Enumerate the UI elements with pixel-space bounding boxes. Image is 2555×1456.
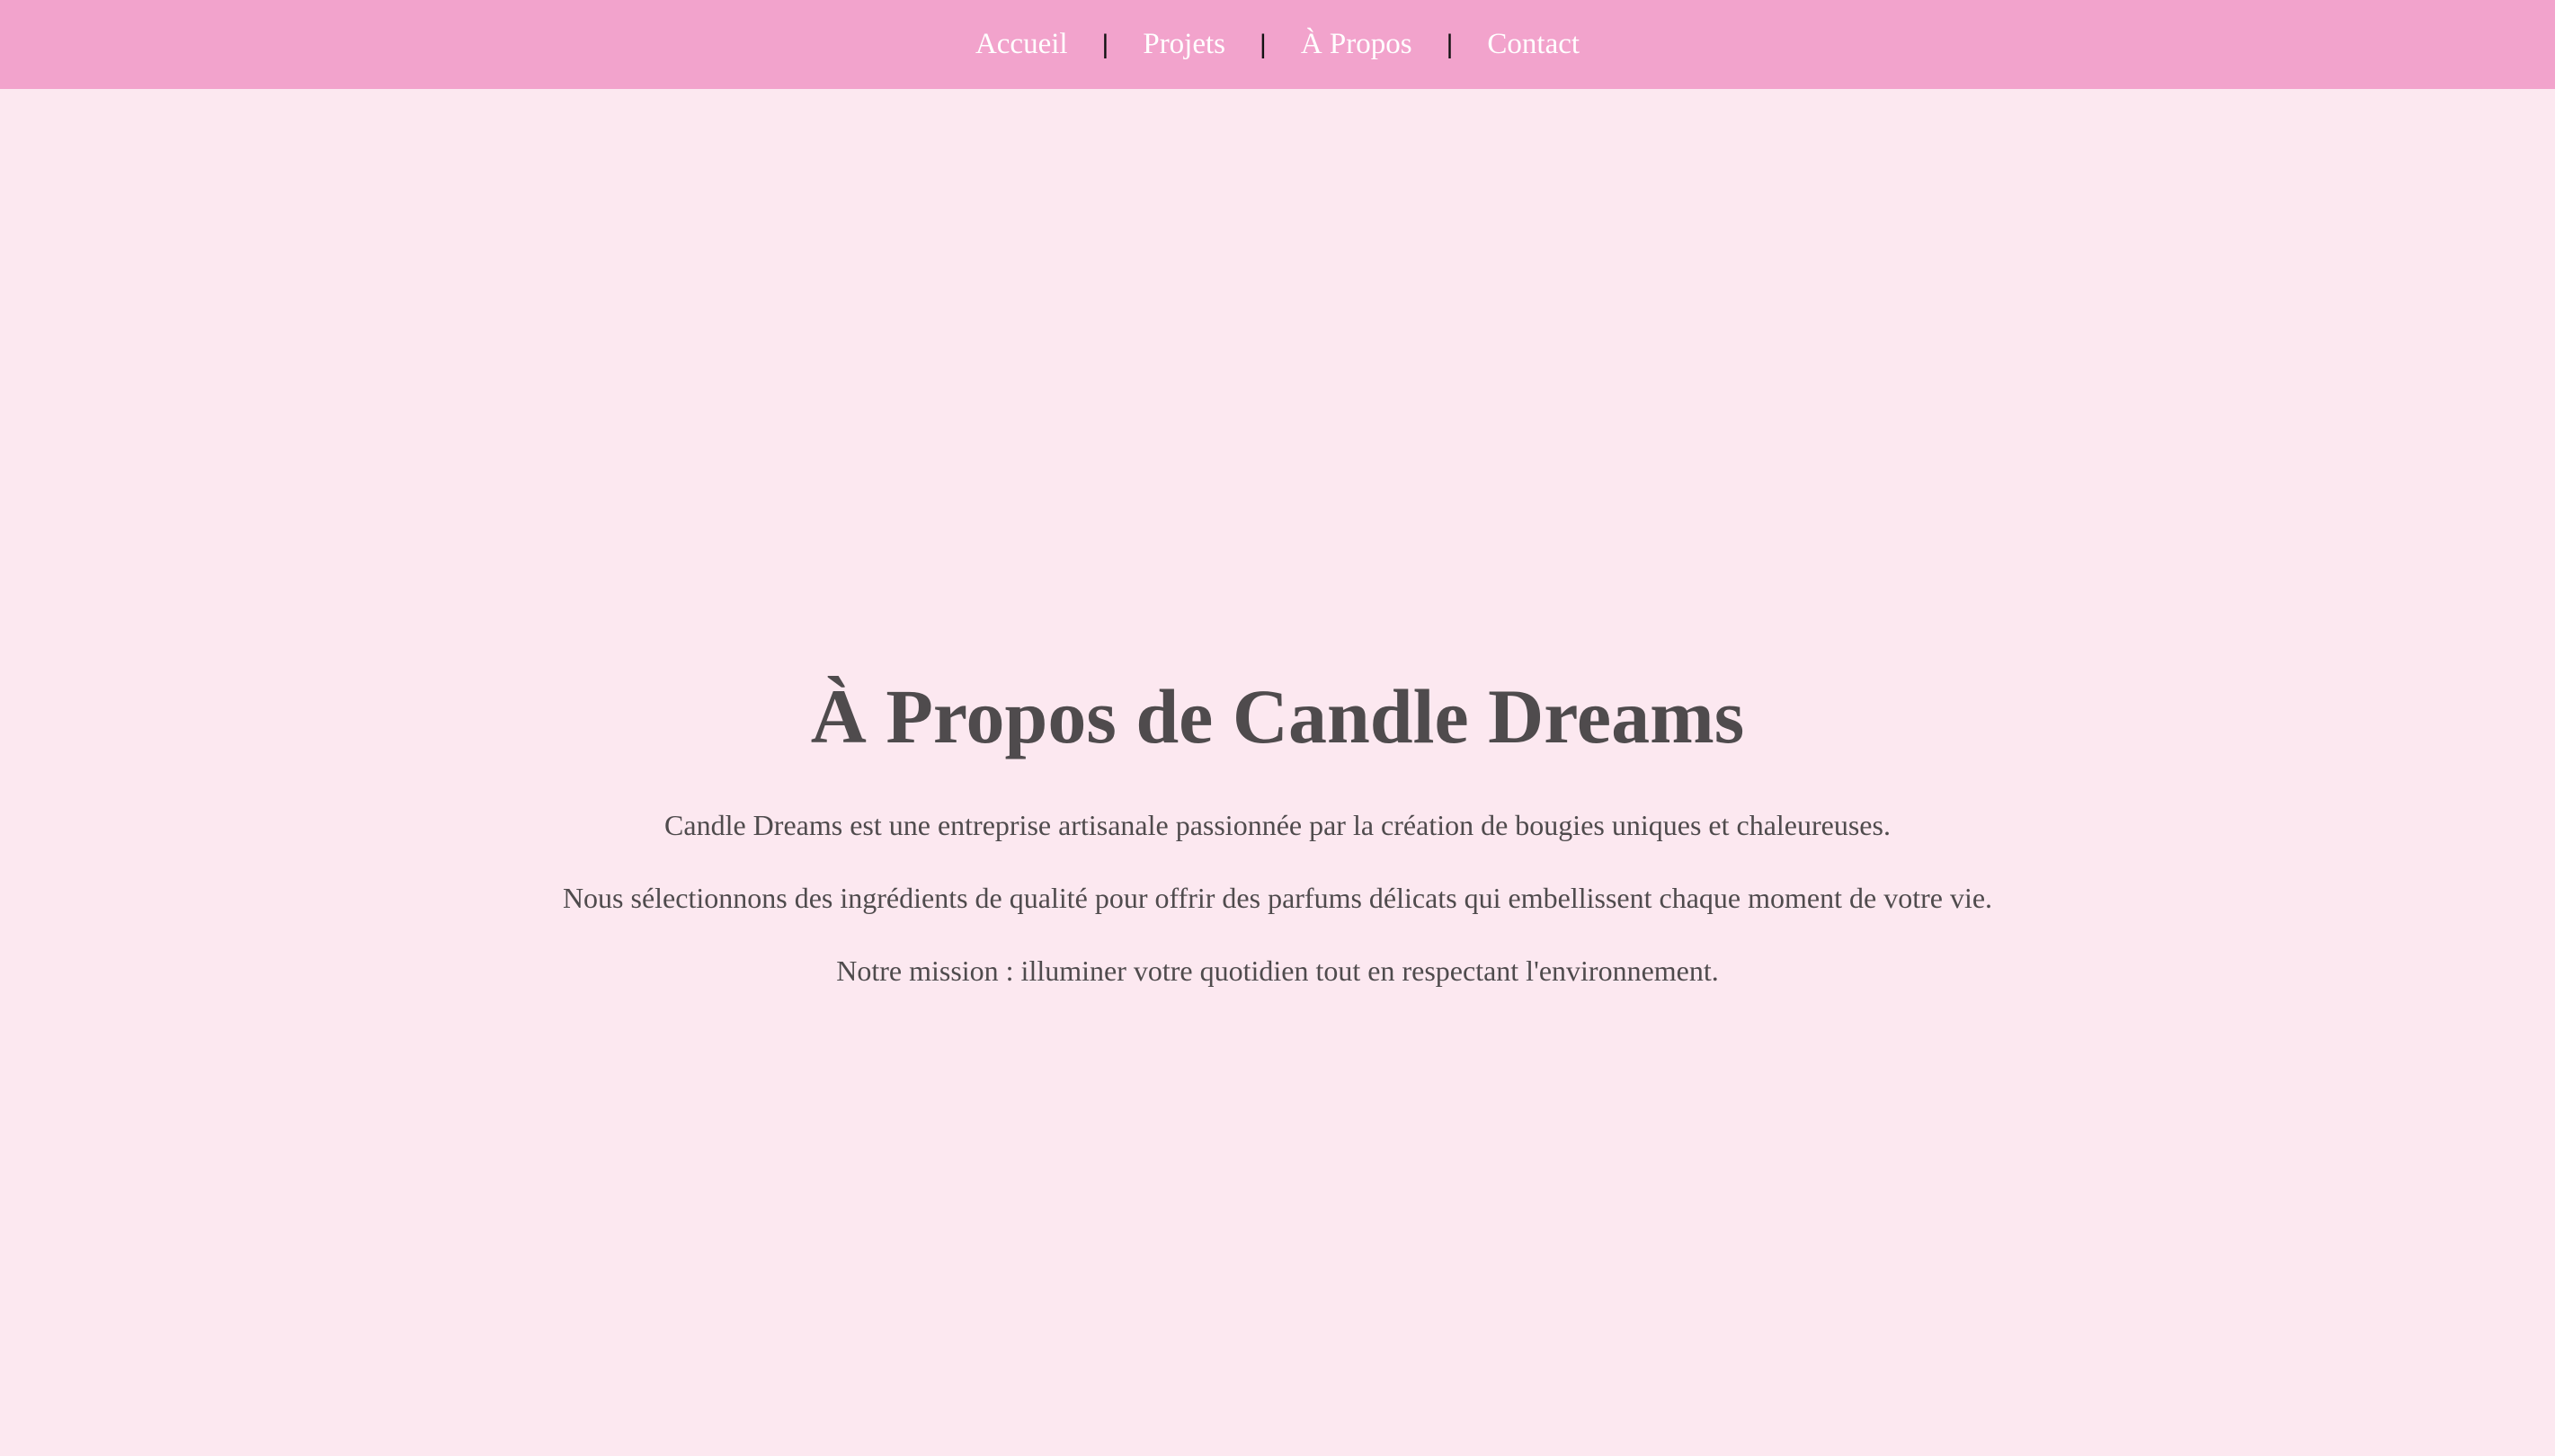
about-section: À Propos de Candle Dreams Candle Dreams … <box>0 674 2555 989</box>
about-paragraph: Nous sélectionnons des ingrédients de qu… <box>562 881 1993 914</box>
top-navbar: Accueil | Projets | À Propos | Contact <box>0 0 2555 89</box>
nav-link-accueil[interactable]: Accueil <box>941 30 1102 59</box>
about-paragraph: Notre mission : illuminer votre quotidie… <box>836 954 1719 988</box>
nav-separator: | <box>1260 29 1267 59</box>
nav-link-projets[interactable]: Projets <box>1108 30 1260 59</box>
about-paragraph: Candle Dreams est une entreprise artisan… <box>664 808 1891 841</box>
nav-separator: | <box>1446 29 1454 59</box>
nav-separator: | <box>1101 29 1109 59</box>
page-title: À Propos de Candle Dreams <box>810 673 1745 759</box>
nav-link-contact[interactable]: Contact <box>1453 30 1614 59</box>
nav-link-a-propos[interactable]: À Propos <box>1267 30 1447 59</box>
